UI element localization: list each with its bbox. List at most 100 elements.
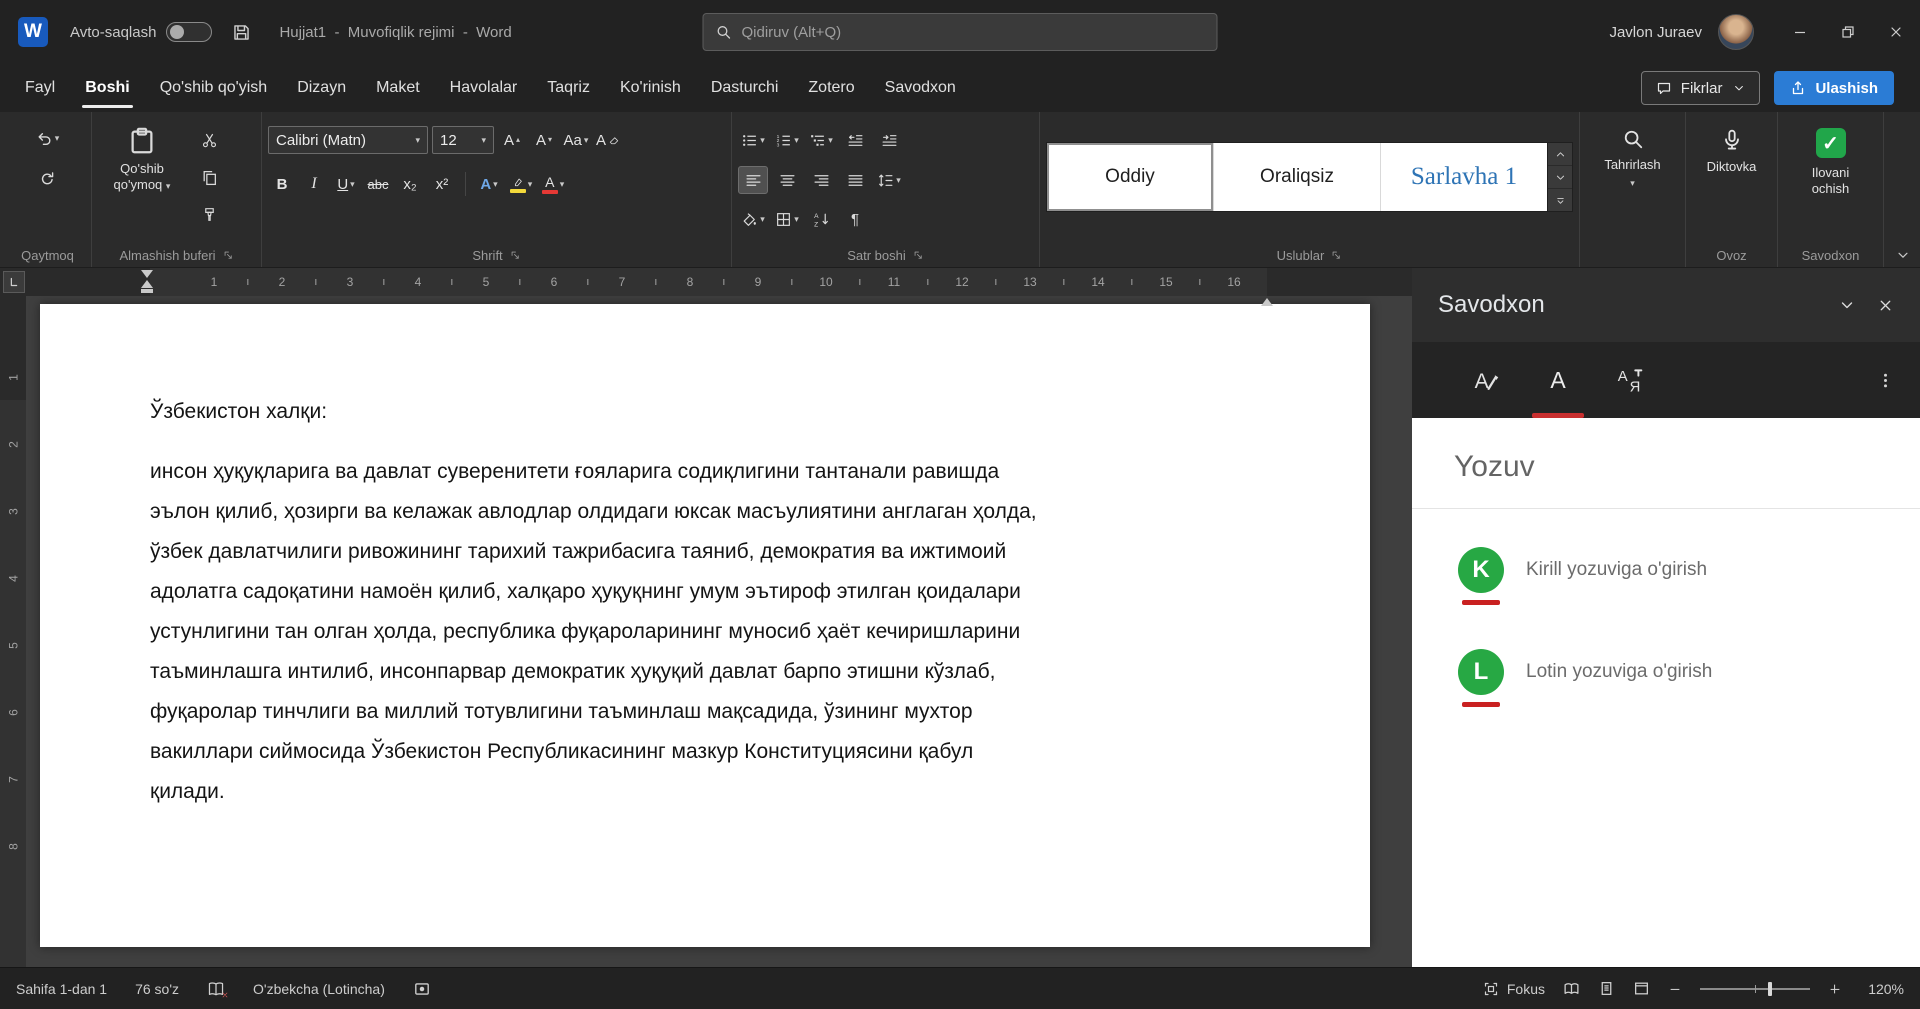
superscript-button[interactable]: x²: [428, 170, 456, 198]
ribbon-tab[interactable]: Maket: [361, 64, 435, 112]
style-card[interactable]: Oddiy: [1047, 143, 1214, 211]
zoom-slider-handle[interactable]: [1768, 982, 1772, 996]
strikethrough-button[interactable]: abc: [364, 170, 392, 198]
clear-formatting-button[interactable]: A: [594, 126, 622, 154]
language-indicator[interactable]: O'zbekcha (Lotincha): [253, 981, 385, 997]
bold-button[interactable]: B: [268, 170, 296, 198]
dialog-launcher-icon[interactable]: [1331, 250, 1342, 261]
word-app-icon[interactable]: W: [18, 17, 48, 47]
highlight-color-button[interactable]: ▾: [507, 170, 535, 198]
shading-button[interactable]: ▾: [738, 205, 768, 233]
zoom-slider[interactable]: [1700, 988, 1810, 990]
right-indent-marker[interactable]: [1261, 281, 1273, 299]
align-right-button[interactable]: [806, 166, 836, 194]
line-spacing-button[interactable]: ▾: [874, 166, 904, 194]
font-tool-button[interactable]: A: [1522, 342, 1594, 418]
autosave-toggle[interactable]: [166, 22, 212, 42]
editing-button[interactable]: Tahrirlash ▾: [1586, 128, 1679, 188]
comments-button[interactable]: Fikrlar: [1641, 71, 1761, 105]
ribbon-tab[interactable]: Ko'rinish: [605, 64, 696, 112]
read-mode-button[interactable]: [1563, 980, 1580, 997]
save-button[interactable]: [232, 23, 251, 42]
vertical-ruler[interactable]: 12345678: [0, 296, 26, 967]
shrink-font-button[interactable]: A▾: [530, 126, 558, 154]
share-button[interactable]: Ulashish: [1774, 71, 1894, 105]
transliteration-tool-button[interactable]: [1594, 342, 1666, 418]
avatar[interactable]: [1718, 14, 1754, 50]
restore-button[interactable]: [1824, 0, 1872, 64]
web-layout-button[interactable]: [1633, 980, 1650, 997]
undo-button[interactable]: ▾: [33, 124, 63, 152]
increase-indent-button[interactable]: [874, 126, 904, 154]
minimize-button[interactable]: [1776, 0, 1824, 64]
spelling-tool-button[interactable]: [1450, 342, 1522, 418]
font-name-select[interactable]: Calibri (Matn)▾: [268, 126, 428, 154]
ribbon-tab[interactable]: Havolalar: [435, 64, 533, 112]
style-card[interactable]: Oraliqsiz: [1214, 143, 1381, 211]
document-paragraph-text[interactable]: инсон ҳуқуқларига ва давлат суверенитети…: [150, 452, 1280, 812]
hanging-indent-marker[interactable]: [141, 280, 153, 288]
ribbon-tab[interactable]: Fayl: [10, 64, 70, 112]
word-count[interactable]: 76 so'z: [135, 981, 179, 997]
left-indent-marker[interactable]: [141, 289, 153, 293]
ribbon-tab[interactable]: Boshi: [70, 64, 144, 112]
kebab-menu-icon[interactable]: [1877, 372, 1894, 389]
focus-mode-button[interactable]: Fokus: [1483, 981, 1545, 997]
justify-button[interactable]: [840, 166, 870, 194]
align-center-button[interactable]: [772, 166, 802, 194]
transliteration-option[interactable]: K Kirill yozuviga o'girish: [1458, 547, 1920, 605]
sort-button[interactable]: [806, 205, 836, 233]
ribbon-tab[interactable]: Taqriz: [532, 64, 605, 112]
zoom-percentage[interactable]: 120%: [1860, 981, 1904, 997]
text-effects-button[interactable]: A▾: [475, 170, 503, 198]
underline-button[interactable]: U▾: [332, 170, 360, 198]
dialog-launcher-icon[interactable]: [223, 250, 234, 261]
macro-recording-icon[interactable]: [413, 980, 431, 998]
document-heading-text[interactable]: Ўзбекистон халқи:: [150, 400, 1280, 424]
ribbon-tab[interactable]: Dasturchi: [696, 64, 794, 112]
paste-button[interactable]: Qo'shib qo'ymoq ▾: [98, 118, 186, 243]
open-addin-button[interactable]: ✓ Ilovaniochish: [1784, 128, 1877, 197]
page[interactable]: Ўзбекистон халқи: инсон ҳуқуқларига ва д…: [40, 304, 1370, 947]
format-painter-button[interactable]: [194, 200, 224, 228]
dialog-launcher-icon[interactable]: [510, 250, 521, 261]
collapse-ribbon-button[interactable]: [1896, 248, 1910, 262]
ribbon-tab[interactable]: Zotero: [793, 64, 869, 112]
ribbon-tab[interactable]: Qo'shib qo'yish: [145, 64, 283, 112]
horizontal-ruler[interactable]: 12345678910111213141516: [0, 268, 1412, 296]
italic-button[interactable]: I: [300, 170, 328, 198]
close-button[interactable]: [1872, 0, 1920, 64]
align-left-button[interactable]: [738, 166, 768, 194]
zoom-out-button[interactable]: [1668, 982, 1682, 996]
font-size-select[interactable]: 12▾: [432, 126, 494, 154]
styles-scroll-up-button[interactable]: [1548, 143, 1572, 166]
redo-button[interactable]: [33, 164, 63, 192]
zoom-in-button[interactable]: [1828, 982, 1842, 996]
search-box[interactable]: [703, 13, 1218, 51]
bullets-button[interactable]: ▾: [738, 126, 768, 154]
styles-more-button[interactable]: [1548, 189, 1572, 211]
numbering-button[interactable]: ▾: [772, 126, 802, 154]
show-paragraph-marks-button[interactable]: ¶: [840, 205, 870, 233]
indent-markers-left[interactable]: [141, 270, 153, 293]
search-input[interactable]: [742, 24, 1205, 41]
ribbon-tab[interactable]: Savodxon: [870, 64, 971, 112]
task-pane-menu-chevron[interactable]: [1839, 297, 1855, 313]
styles-scroll-down-button[interactable]: [1548, 166, 1572, 189]
cut-button[interactable]: [194, 126, 224, 154]
transliteration-option[interactable]: L Lotin yozuviga o'girish: [1458, 649, 1920, 707]
copy-button[interactable]: [194, 163, 224, 191]
dialog-launcher-icon[interactable]: [913, 250, 924, 261]
multilevel-list-button[interactable]: ▾: [806, 126, 836, 154]
dictate-button[interactable]: Diktovka: [1692, 128, 1771, 174]
borders-button[interactable]: ▾: [772, 205, 802, 233]
first-line-indent-marker[interactable]: [141, 270, 153, 278]
document-canvas[interactable]: Ўзбекистон халқи: инсон ҳуқуқларига ва д…: [26, 296, 1412, 967]
page-indicator[interactable]: Sahifa 1-dan 1: [16, 981, 107, 997]
proofing-errors-icon[interactable]: [207, 980, 225, 998]
subscript-button[interactable]: x₂: [396, 170, 424, 198]
ribbon-tab[interactable]: Dizayn: [282, 64, 361, 112]
decrease-indent-button[interactable]: [840, 126, 870, 154]
tab-stop-selector[interactable]: [3, 271, 25, 293]
style-card[interactable]: Sarlavha 1: [1381, 143, 1547, 211]
